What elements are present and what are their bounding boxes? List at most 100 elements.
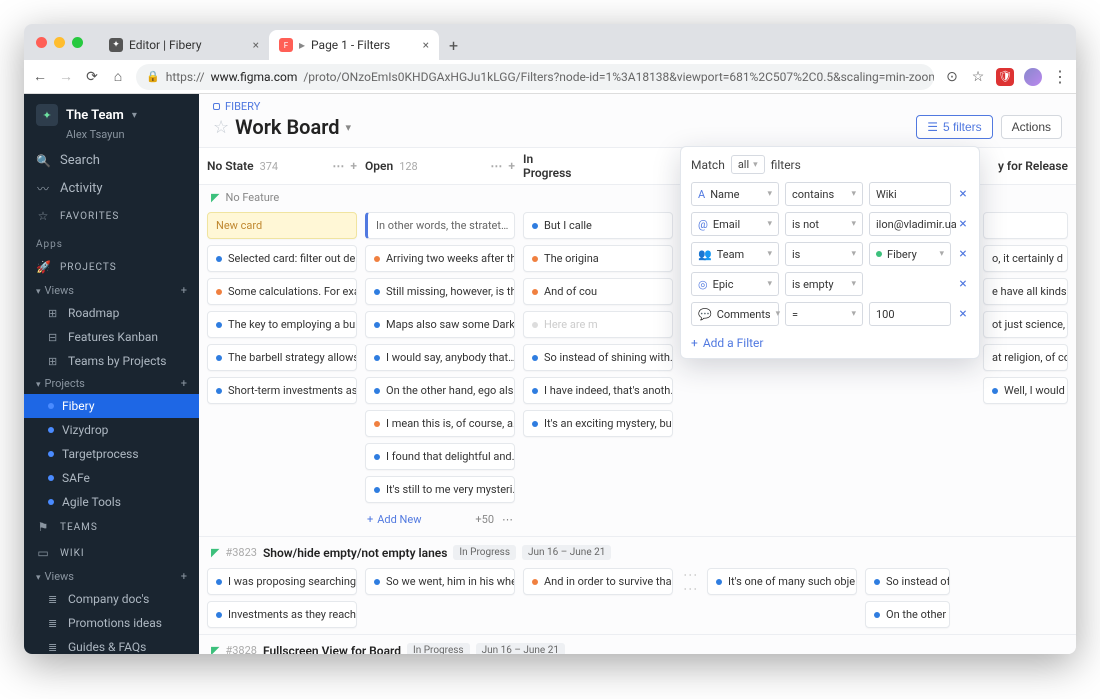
- card[interactable]: [983, 212, 1068, 239]
- nav-favorites[interactable]: ☆ FAVORITES: [24, 203, 199, 229]
- filter-operator-select[interactable]: is not▾: [785, 212, 863, 236]
- doc-promotions[interactable]: ≣Promotions ideas: [24, 611, 199, 635]
- filter-value-input[interactable]: Wiki: [869, 182, 951, 206]
- close-window-button[interactable]: [36, 37, 47, 48]
- new-card-input[interactable]: New card: [207, 212, 357, 239]
- actions-button[interactable]: Actions: [1001, 115, 1062, 139]
- forward-button[interactable]: →: [58, 68, 74, 85]
- drag-handle-icon[interactable]: ⋮⋮: [682, 568, 698, 596]
- project-fibery[interactable]: Fibery: [24, 394, 199, 418]
- card[interactable]: at religion, of co: [983, 344, 1068, 371]
- card[interactable]: The key to employing a bu…: [207, 311, 357, 338]
- back-button[interactable]: ←: [32, 68, 48, 85]
- workspace-switcher[interactable]: ✦ The Team ▾: [24, 94, 199, 132]
- card[interactable]: But I calle: [523, 212, 673, 239]
- card[interactable]: On the other hand, ego als…: [365, 377, 515, 404]
- card[interactable]: I found that delightful and…: [365, 443, 515, 470]
- view-teams-by-projects[interactable]: ⊞Teams by Projects: [24, 349, 199, 373]
- card-editing[interactable]: In other words, the stratet…: [365, 212, 515, 239]
- card[interactable]: Still missing, however, is th…: [365, 278, 515, 305]
- new-tab-button[interactable]: +: [439, 30, 468, 60]
- filter-field-select[interactable]: 💬Comments▾: [691, 302, 779, 326]
- card[interactable]: Short-term investments as…: [207, 377, 357, 404]
- card[interactable]: e have all kinds: [983, 278, 1068, 305]
- card[interactable]: It's still to me very mysteri…: [365, 476, 515, 503]
- filter-field-select[interactable]: @Email▾: [691, 212, 779, 236]
- remove-filter-icon[interactable]: ×: [957, 306, 969, 322]
- reload-button[interactable]: ⟳: [84, 69, 100, 85]
- filter-operator-select[interactable]: is▾: [785, 242, 863, 266]
- card[interactable]: The barbell strategy allows…: [207, 344, 357, 371]
- minimize-window-button[interactable]: [54, 37, 65, 48]
- filters-button[interactable]: ☰ 5 filters: [916, 115, 992, 139]
- projects-group-header[interactable]: ▾Projects +: [24, 373, 199, 394]
- card-ghost[interactable]: Here are m: [523, 311, 673, 338]
- filter-operator-select[interactable]: contains▾: [785, 182, 863, 206]
- card[interactable]: On the other han: [865, 601, 950, 628]
- title-dropdown-icon[interactable]: ▾: [345, 121, 351, 134]
- card[interactable]: It's an exciting mystery, bu…: [523, 410, 673, 437]
- close-tab-icon[interactable]: ×: [253, 38, 259, 52]
- add-project-icon[interactable]: +: [181, 377, 187, 390]
- bookmark-star-icon[interactable]: ☆: [970, 69, 986, 85]
- add-card-icon[interactable]: +: [508, 159, 515, 173]
- nav-search[interactable]: 🔍 Search: [24, 147, 199, 174]
- column-menu-icon[interactable]: ⋯: [490, 159, 502, 173]
- home-button[interactable]: ⌂: [110, 68, 126, 85]
- app-teams[interactable]: ⚑ TEAMS: [24, 514, 199, 540]
- card[interactable]: I mean this is, of course, a…: [365, 410, 515, 437]
- filter-field-select[interactable]: ◎Epic▾: [691, 272, 779, 296]
- remove-filter-icon[interactable]: ×: [957, 246, 969, 262]
- remove-filter-icon[interactable]: ×: [957, 276, 969, 292]
- card[interactable]: I have indeed, that's anoth…: [523, 377, 673, 404]
- card[interactable]: And of cou: [523, 278, 673, 305]
- card[interactable]: ot just science,: [983, 311, 1068, 338]
- show-more-count[interactable]: +50: [475, 513, 494, 526]
- remove-filter-icon[interactable]: ×: [957, 186, 969, 202]
- view-features-kanban[interactable]: ⊟Features Kanban: [24, 325, 199, 349]
- add-icon[interactable]: +: [181, 570, 187, 583]
- wiki-views-header[interactable]: ▾Views +: [24, 566, 199, 587]
- add-new-row[interactable]: + Add New +50 ⋯: [365, 509, 515, 530]
- card[interactable]: The origina: [523, 245, 673, 272]
- views-group-header[interactable]: ▾Views +: [24, 280, 199, 301]
- filter-value-select[interactable]: Fibery▾: [869, 242, 951, 266]
- profile-avatar[interactable]: [1024, 68, 1042, 86]
- project-targetprocess[interactable]: Targetprocess: [24, 442, 199, 466]
- column-header-open[interactable]: Open 128 ⋯+: [365, 152, 515, 180]
- close-tab-icon[interactable]: ×: [423, 38, 429, 52]
- filter-field-select[interactable]: 👥Team▾: [691, 242, 779, 266]
- filter-operator-select[interactable]: is empty▾: [785, 272, 863, 296]
- column-header-ready[interactable]: y for Release: [988, 152, 1068, 180]
- add-view-icon[interactable]: +: [181, 284, 187, 297]
- column-header-no-state[interactable]: No State 374 ⋯+: [207, 152, 357, 180]
- filter-operator-select[interactable]: =▾: [785, 302, 863, 326]
- view-roadmap[interactable]: ⊞Roadmap: [24, 301, 199, 325]
- app-projects[interactable]: 🚀 PROJECTS: [24, 254, 199, 280]
- doc-guides[interactable]: ≣Guides & FAQs: [24, 635, 199, 654]
- filter-field-select[interactable]: AName▾: [691, 182, 779, 206]
- favorite-star-icon[interactable]: ☆: [213, 117, 229, 138]
- doc-company[interactable]: ≣Company doc's: [24, 587, 199, 611]
- lane-header-3828[interactable]: ◤ #3828 Fullscreen View for Board In Pro…: [199, 634, 1076, 654]
- search-engine-icon[interactable]: ⊙: [944, 69, 960, 85]
- add-card-icon[interactable]: +: [350, 159, 357, 173]
- card[interactable]: So instead of shining with…: [523, 344, 673, 371]
- card[interactable]: Some calculations. For exa…: [207, 278, 357, 305]
- column-menu-icon[interactable]: ⋯: [332, 159, 344, 173]
- card[interactable]: I was proposing searching…: [207, 568, 357, 595]
- filter-value-input[interactable]: 100: [869, 302, 951, 326]
- add-filter-button[interactable]: + Add a Filter: [691, 332, 969, 350]
- card[interactable]: o, it certainly d: [983, 245, 1068, 272]
- browser-tab-fibery[interactable]: ✦ Editor | Fibery ×: [99, 30, 269, 60]
- address-bar[interactable]: 🔒 https://www.figma.com/proto/ONzoEmIs0K…: [136, 64, 934, 90]
- card[interactable]: I would say, anybody that…: [365, 344, 515, 371]
- card[interactable]: It's one of many such obje…: [707, 568, 857, 595]
- match-mode-select[interactable]: all ▾: [731, 155, 765, 174]
- nav-activity[interactable]: 〰 Activity: [24, 174, 199, 203]
- card[interactable]: Well, I would say: [983, 377, 1068, 404]
- remove-filter-icon[interactable]: ×: [957, 216, 969, 232]
- lane-header-3823[interactable]: ◤ #3823 Show/hide empty/not empty lanes …: [199, 536, 1076, 566]
- browser-tab-figma[interactable]: F ▸ Page 1 - Filters ×: [269, 30, 439, 60]
- maximize-window-button[interactable]: [72, 37, 83, 48]
